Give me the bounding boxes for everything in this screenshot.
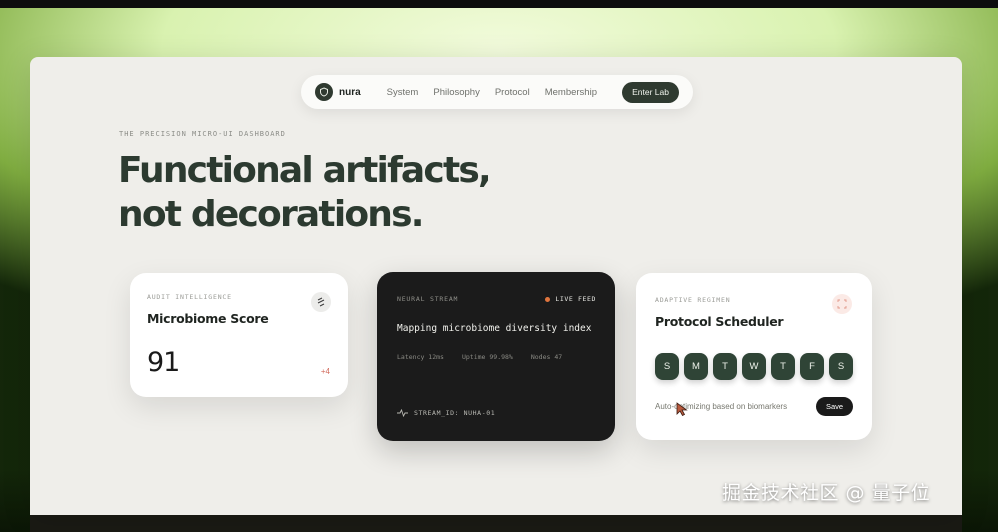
stream-stats: Latency 12ms Uptime 99.98% Nodes 47 [397,353,580,361]
stat-latency: Latency 12ms [397,353,444,361]
stat-uptime: Uptime 99.98% [461,353,513,361]
microbiome-score-card[interactable]: AUDIT INTELLIGENCE Microbiome Score 91 +… [130,273,348,397]
day-button-sun[interactable]: S [655,353,679,380]
day-button-wed[interactable]: W [742,353,766,380]
watermark-text: 掘金技术社区 @ 量子位 [722,482,931,504]
score-value: 91 [147,347,180,378]
dashboard-panel: nura System Philosophy Protocol Membersh… [30,57,962,515]
headline-line-1: Functional artifacts, [118,150,492,191]
day-selector: S M T W T F S [655,353,858,380]
score-delta: +4 [320,367,330,376]
hero-headline: Functional artifacts, not decorations. [118,149,538,237]
neural-stream-card[interactable]: NEURAL STREAM LIVE FEED Mapping microbio… [377,272,615,441]
live-feed-label: LIVE FEED [555,295,596,303]
card-title: Protocol Scheduler [655,314,784,329]
save-button[interactable]: Save [816,397,853,416]
nav-link-membership[interactable]: Membership [545,87,597,98]
card-title: Microbiome Score [147,311,269,326]
signal-icon[interactable] [311,292,331,312]
live-feed-badge: LIVE FEED [545,295,596,303]
card-label: ADAPTIVE REGIMEN [655,296,731,304]
stream-message: Mapping microbiome diversity index [397,323,592,334]
pulse-icon [397,409,408,417]
day-button-mon[interactable]: M [684,353,708,380]
brand-name[interactable]: nura [339,87,361,98]
live-dot-icon [545,296,551,302]
day-button-tue[interactable]: T [713,353,737,380]
stream-id: STREAM_ID: NUHA-01 [414,409,496,417]
protocol-scheduler-card[interactable]: ADAPTIVE REGIMEN Protocol Scheduler S M … [636,273,872,440]
headline-line-2: not decorations. [118,194,424,235]
stream-id-row: STREAM_ID: NUHA-01 [397,409,495,417]
mouse-cursor-icon [676,402,688,416]
top-nav: nura System Philosophy Protocol Membersh… [301,75,693,109]
nav-link-philosophy[interactable]: Philosophy [433,87,479,98]
hero-eyebrow: THE PRECISION MICRO-UI DASHBOARD [119,130,286,138]
nav-link-protocol[interactable]: Protocol [495,87,530,98]
stat-nodes: Nodes 47 [530,353,563,361]
card-label: NEURAL STREAM [397,295,459,303]
bottom-strip [30,515,962,532]
card-label: AUDIT INTELLIGENCE [147,293,232,301]
auto-optimize-note: Auto-optimizing based on biomarkers [655,402,788,411]
shield-logo-icon [315,83,333,101]
day-button-fri[interactable]: F [800,353,824,380]
day-button-thu[interactable]: T [771,353,795,380]
enter-lab-button[interactable]: Enter Lab [622,81,679,103]
day-button-sat[interactable]: S [829,353,853,380]
expand-icon[interactable] [832,294,852,314]
nav-link-system[interactable]: System [387,87,419,98]
